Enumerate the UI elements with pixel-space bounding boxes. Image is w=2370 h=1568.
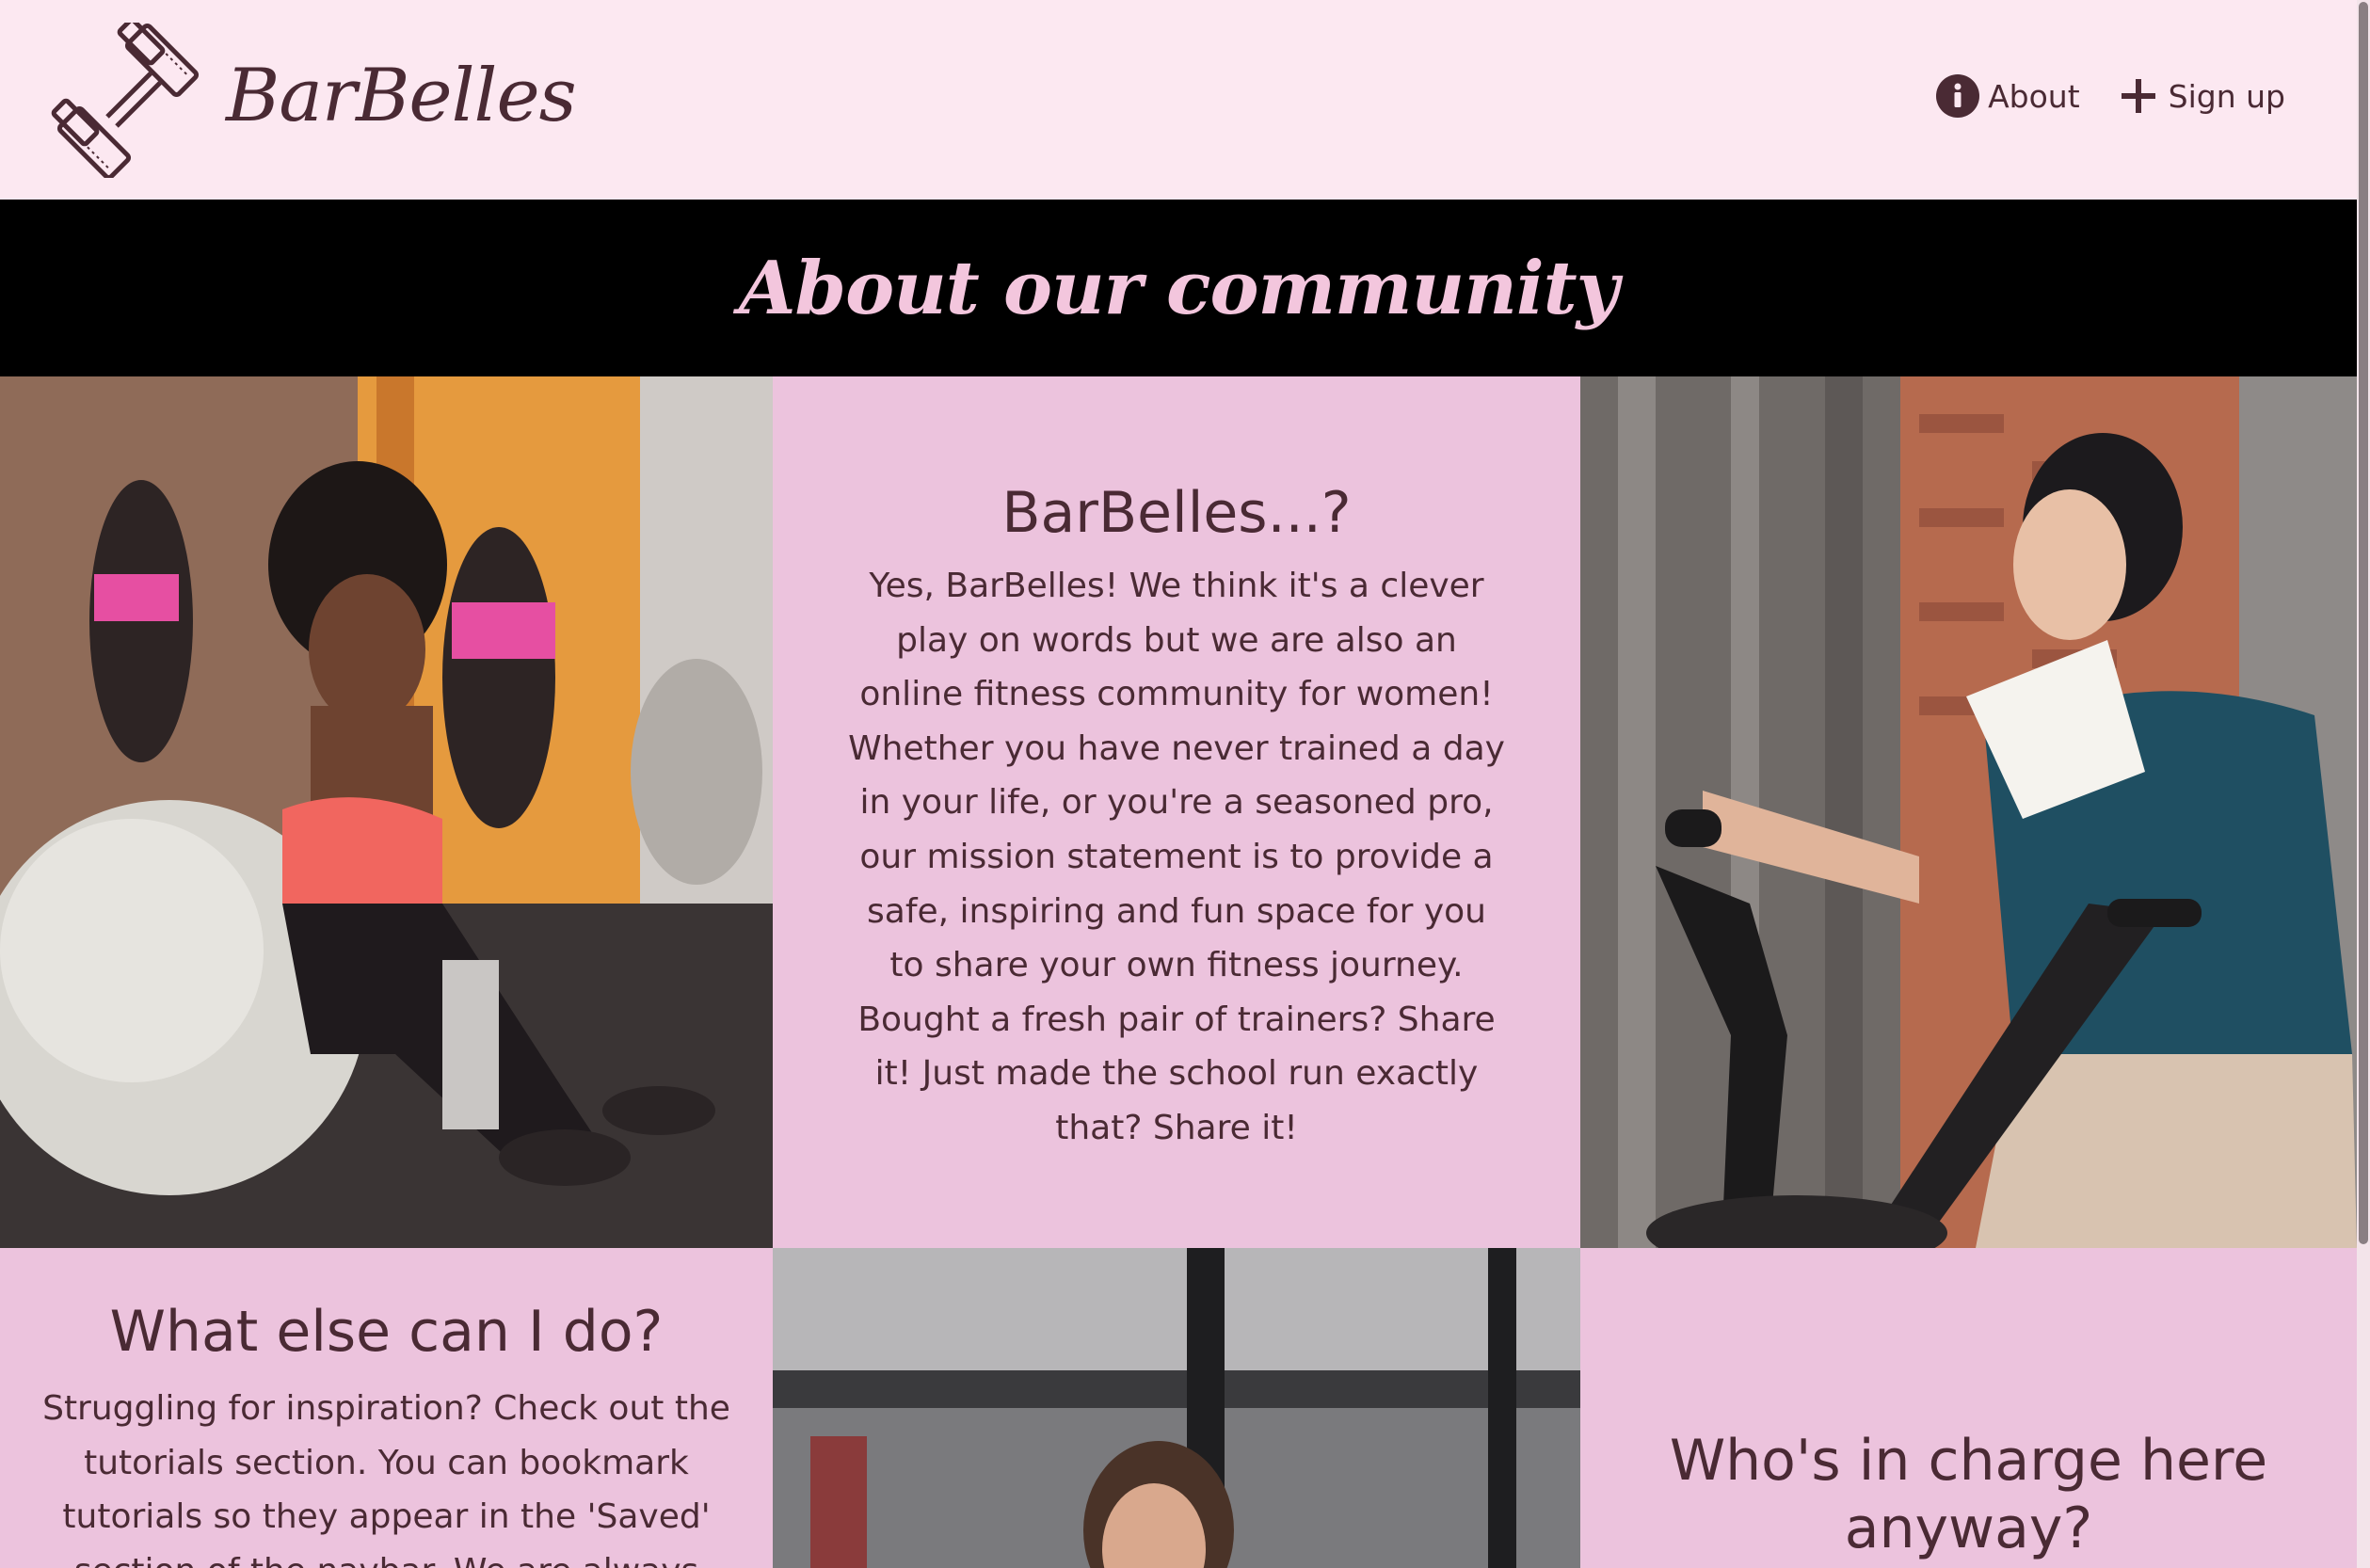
intro-heading: BarBelles...? bbox=[1001, 480, 1352, 546]
what-else-heading: What else can I do? bbox=[109, 1299, 664, 1365]
what-else-panel: What else can I do? Struggling for inspi… bbox=[0, 1248, 773, 1568]
nav-link-about-label: About bbox=[1988, 77, 2080, 115]
page-scrollbar[interactable] bbox=[2357, 0, 2370, 1568]
brand[interactable]: BarBelles bbox=[49, 17, 577, 181]
intro-body: Yes, BarBelles! We think it's a clever p… bbox=[848, 567, 1505, 1147]
hero-banner: About our community bbox=[0, 200, 2357, 376]
photo-woman-air-bike bbox=[1580, 376, 2357, 1248]
page-title: About our community bbox=[739, 245, 1619, 331]
who-heading: Who's in charge here anyway? bbox=[1669, 1428, 2268, 1561]
plus-icon bbox=[2116, 73, 2161, 119]
brand-name: BarBelles bbox=[226, 53, 577, 138]
nav-links: About Sign up bbox=[1899, 73, 2285, 119]
dumbbell-logo-icon bbox=[49, 17, 209, 181]
photo-woman-exercise-ball bbox=[0, 376, 773, 1248]
nav-link-about[interactable]: About bbox=[1935, 73, 2080, 119]
nav-link-sign-up[interactable]: Sign up bbox=[2116, 73, 2285, 119]
intro-panel: BarBelles...? Yes, BarBelles! We think i… bbox=[773, 376, 1580, 1248]
what-else-body: Struggling for inspiration? Check out th… bbox=[42, 1389, 730, 1568]
photo-woman-gym-rack bbox=[773, 1248, 1580, 1568]
navbar: BarBelles About Sign up bbox=[0, 0, 2357, 200]
scrollbar-thumb[interactable] bbox=[2359, 2, 2368, 1244]
who-panel: Who's in charge here anyway? bbox=[1580, 1248, 2357, 1568]
nav-link-sign-up-label: Sign up bbox=[2168, 77, 2285, 115]
info-circle-icon bbox=[1935, 73, 1980, 119]
